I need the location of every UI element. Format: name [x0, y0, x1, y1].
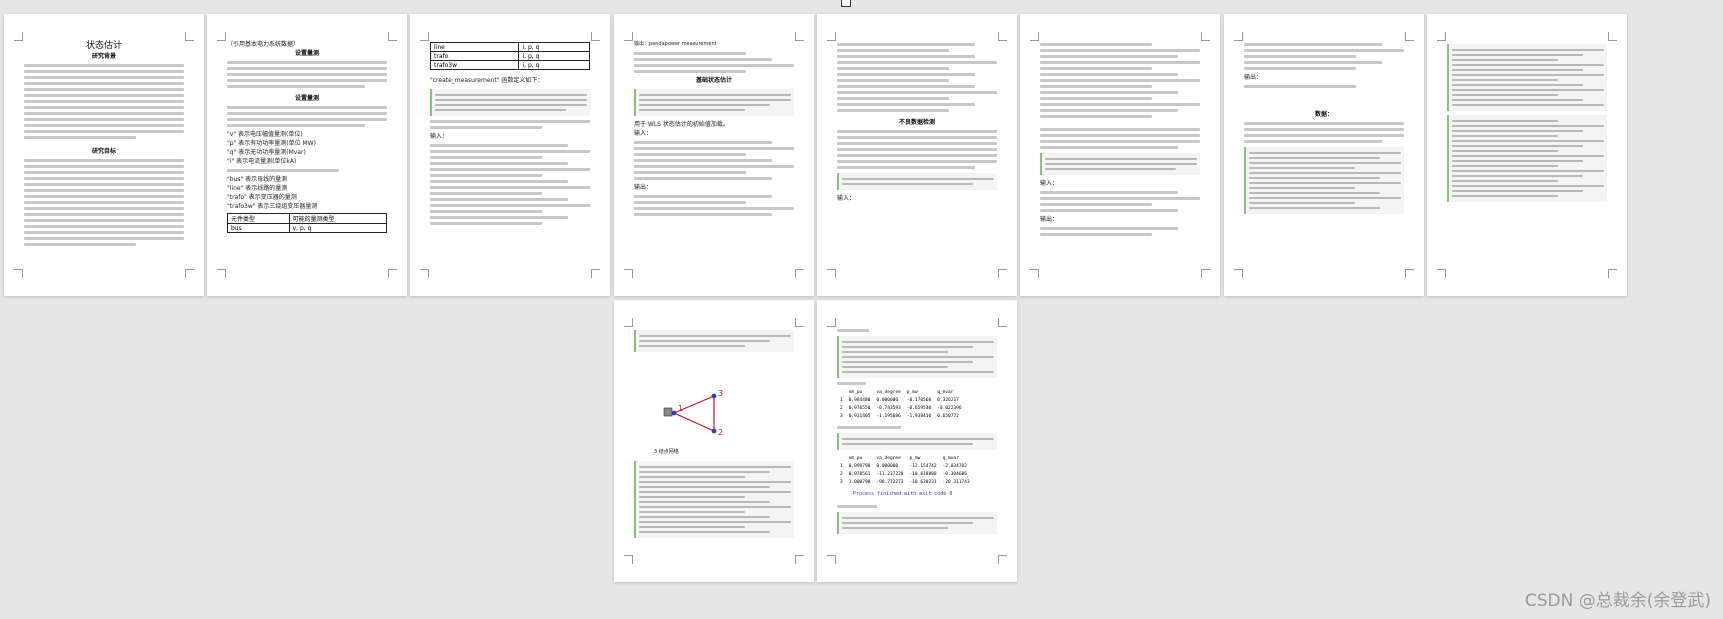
- code-block-2: [837, 433, 997, 450]
- input-label: 输入：: [1040, 180, 1059, 187]
- measurement-type-table: 元件类型 可能的量测类型 bus v, p, q: [227, 213, 388, 233]
- bus-label: 2: [718, 428, 723, 437]
- output-label: 输出：: [634, 184, 653, 191]
- bullet-item: "trafo3w" 表示三绕组变压器量测: [227, 203, 318, 210]
- bullet-item: "bus" 表示母线的量测: [227, 176, 288, 183]
- document-page-4[interactable]: 输出：pandapower measurement 基础状态估计 用于 WLS …: [614, 14, 814, 296]
- bullet-item: "trafo" 表示变压器的量测: [227, 194, 297, 201]
- bullet-item: "line" 表示线路的量测: [227, 185, 288, 192]
- input-label: 输入：: [837, 195, 856, 202]
- code-block-2: [1447, 115, 1607, 202]
- bus-label: 3: [718, 389, 723, 398]
- result-table-2: vm_pu va_degree p_mw q_mvar 1 0.999790 0…: [840, 455, 970, 485]
- output-text: 输出：pandapower measurement: [634, 41, 717, 47]
- code-block: [634, 330, 794, 352]
- cursor-marker: [841, 0, 851, 7]
- section-heading-2: 设置量测: [294, 95, 319, 102]
- code-block: [837, 336, 997, 378]
- document-page-6[interactable]: 输入： 输出：: [1020, 14, 1220, 296]
- result-table-1: vm_pu va_degree p_mw q_mvar 1 0.984480 0…: [840, 389, 962, 419]
- code-block: [1244, 147, 1404, 214]
- bullet-item: "p" 表示有功功率量测(单位 MW): [227, 140, 316, 147]
- figure-caption: 3 结点网络: [654, 449, 679, 455]
- measurement-type-table-cont: line i, p, q trafo i, p, q trafo3w i, p, q: [429, 42, 590, 70]
- document-page-9[interactable]: 1 3 2 3 结点网络: [614, 300, 814, 582]
- output-label: 输出：: [1244, 74, 1263, 81]
- ext-grid-icon: [663, 407, 673, 417]
- bullet-item: "i" 表示电流量测(单位kA): [227, 158, 297, 165]
- section-heading: 研究目标: [91, 148, 116, 155]
- note-text: 用于 WLS 状态估计的初始值加载。: [634, 121, 729, 128]
- section-heading: 研究背景: [91, 53, 116, 60]
- section-heading: 基础状态估计: [695, 77, 732, 84]
- code-block: [837, 173, 997, 190]
- document-page-3[interactable]: line i, p, q trafo i, p, q trafo3w i, p, q …: [410, 14, 610, 296]
- bus-node: [711, 428, 717, 434]
- bullet-item: "v" 表示电压幅值量测(单位): [227, 131, 303, 138]
- code-block: [1040, 153, 1200, 175]
- code-block: [634, 89, 794, 116]
- section-heading: 不良数据检测: [898, 119, 935, 126]
- function-heading: "create_measurement" 函数定义如下：: [430, 77, 544, 84]
- code-block-3: [837, 512, 997, 534]
- network-diagram: 1 3 2: [634, 356, 794, 448]
- document-page-7[interactable]: 输出： 数据：: [1224, 14, 1424, 296]
- code-block: [430, 89, 590, 116]
- section-heading: 设置量测: [294, 50, 319, 57]
- document-page-8[interactable]: [1427, 14, 1627, 296]
- bus-label: 1: [678, 404, 683, 413]
- process-finished-text: Process finished with exit code 0: [853, 491, 953, 497]
- document-page-1[interactable]: 状态估计 研究背景 研究目标: [4, 14, 204, 296]
- document-page-5[interactable]: 不良数据检测 输入：: [817, 14, 1017, 296]
- input-label: 输入：: [634, 130, 653, 137]
- bullet-item: "q" 表示无功功率量测(Mvar): [227, 149, 306, 156]
- document-page-2[interactable]: （引用基本电力系统数据） 设置量测 设置量测 "v" 表示电压幅值量测(单位) …: [207, 14, 407, 296]
- section-heading: 数据：: [1314, 111, 1333, 118]
- bus-node: [711, 393, 717, 399]
- document-page-10[interactable]: vm_pu va_degree p_mw q_mvar 1 0.984480 0…: [817, 300, 1017, 582]
- code-block-2: [634, 461, 794, 538]
- watermark-text: CSDN @总裁余(余登武): [1524, 591, 1711, 611]
- page-header-text: （引用基本电力系统数据）: [227, 41, 300, 48]
- branch-line: [673, 412, 715, 432]
- input-label: 输入：: [430, 133, 449, 140]
- code-block: [1447, 44, 1607, 111]
- page-title: 状态估计: [85, 41, 122, 51]
- bus-node: [671, 410, 677, 416]
- output-label: 输出：: [1040, 216, 1059, 223]
